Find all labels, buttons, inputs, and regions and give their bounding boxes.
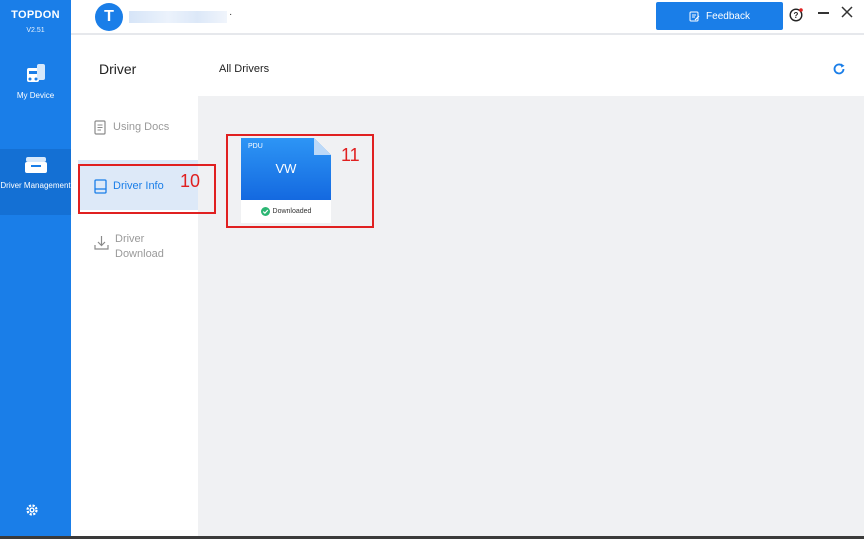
page-title: Driver (99, 61, 137, 77)
app-window: TOPDON V2.51 My Device Driver Management (0, 0, 864, 539)
nav-item-label: My Device (16, 91, 55, 100)
annotation-number-10: 10 (180, 171, 201, 191)
annotation-number-11: 11 (341, 145, 360, 165)
svg-text:?: ? (794, 11, 799, 20)
close-icon[interactable] (841, 6, 853, 18)
car-device-icon (26, 64, 45, 82)
minimize-icon[interactable] (818, 12, 829, 14)
section-title: All Drivers (219, 63, 270, 75)
refresh-icon[interactable] (832, 62, 846, 76)
submenu-item-driver-download[interactable]: Driver Download (78, 232, 198, 262)
submenu-label: Using Docs (113, 121, 170, 133)
submenu-item-using-docs[interactable]: Using Docs (78, 120, 198, 140)
avatar[interactable]: T (95, 3, 123, 31)
nav-item-label: Driver Management (0, 181, 71, 190)
top-bar: T · Feedback ? (71, 0, 864, 35)
app-version: V2.51 (26, 27, 45, 34)
nav-rail: TOPDON V2.51 My Device Driver Management (0, 0, 71, 536)
driver-submenu: Using Docs Driver Info Driver Download (71, 96, 198, 536)
help-icon[interactable]: ? (789, 8, 803, 22)
download-icon (94, 236, 109, 250)
nav-item-my-device[interactable]: My Device (0, 57, 71, 117)
username-redacted (129, 11, 227, 23)
document-icon (94, 120, 106, 135)
feedback-label: Feedback (706, 10, 750, 22)
driver-folder-icon (24, 157, 47, 173)
feedback-icon (689, 11, 700, 21)
username-suffix: · (229, 9, 233, 20)
submenu-label: Driver Download (115, 233, 164, 260)
gear-icon[interactable] (25, 503, 39, 517)
feedback-button[interactable]: Feedback (656, 2, 783, 30)
nav-item-driver-management[interactable]: Driver Management (0, 149, 71, 215)
brand-logo: TOPDON (11, 9, 60, 21)
